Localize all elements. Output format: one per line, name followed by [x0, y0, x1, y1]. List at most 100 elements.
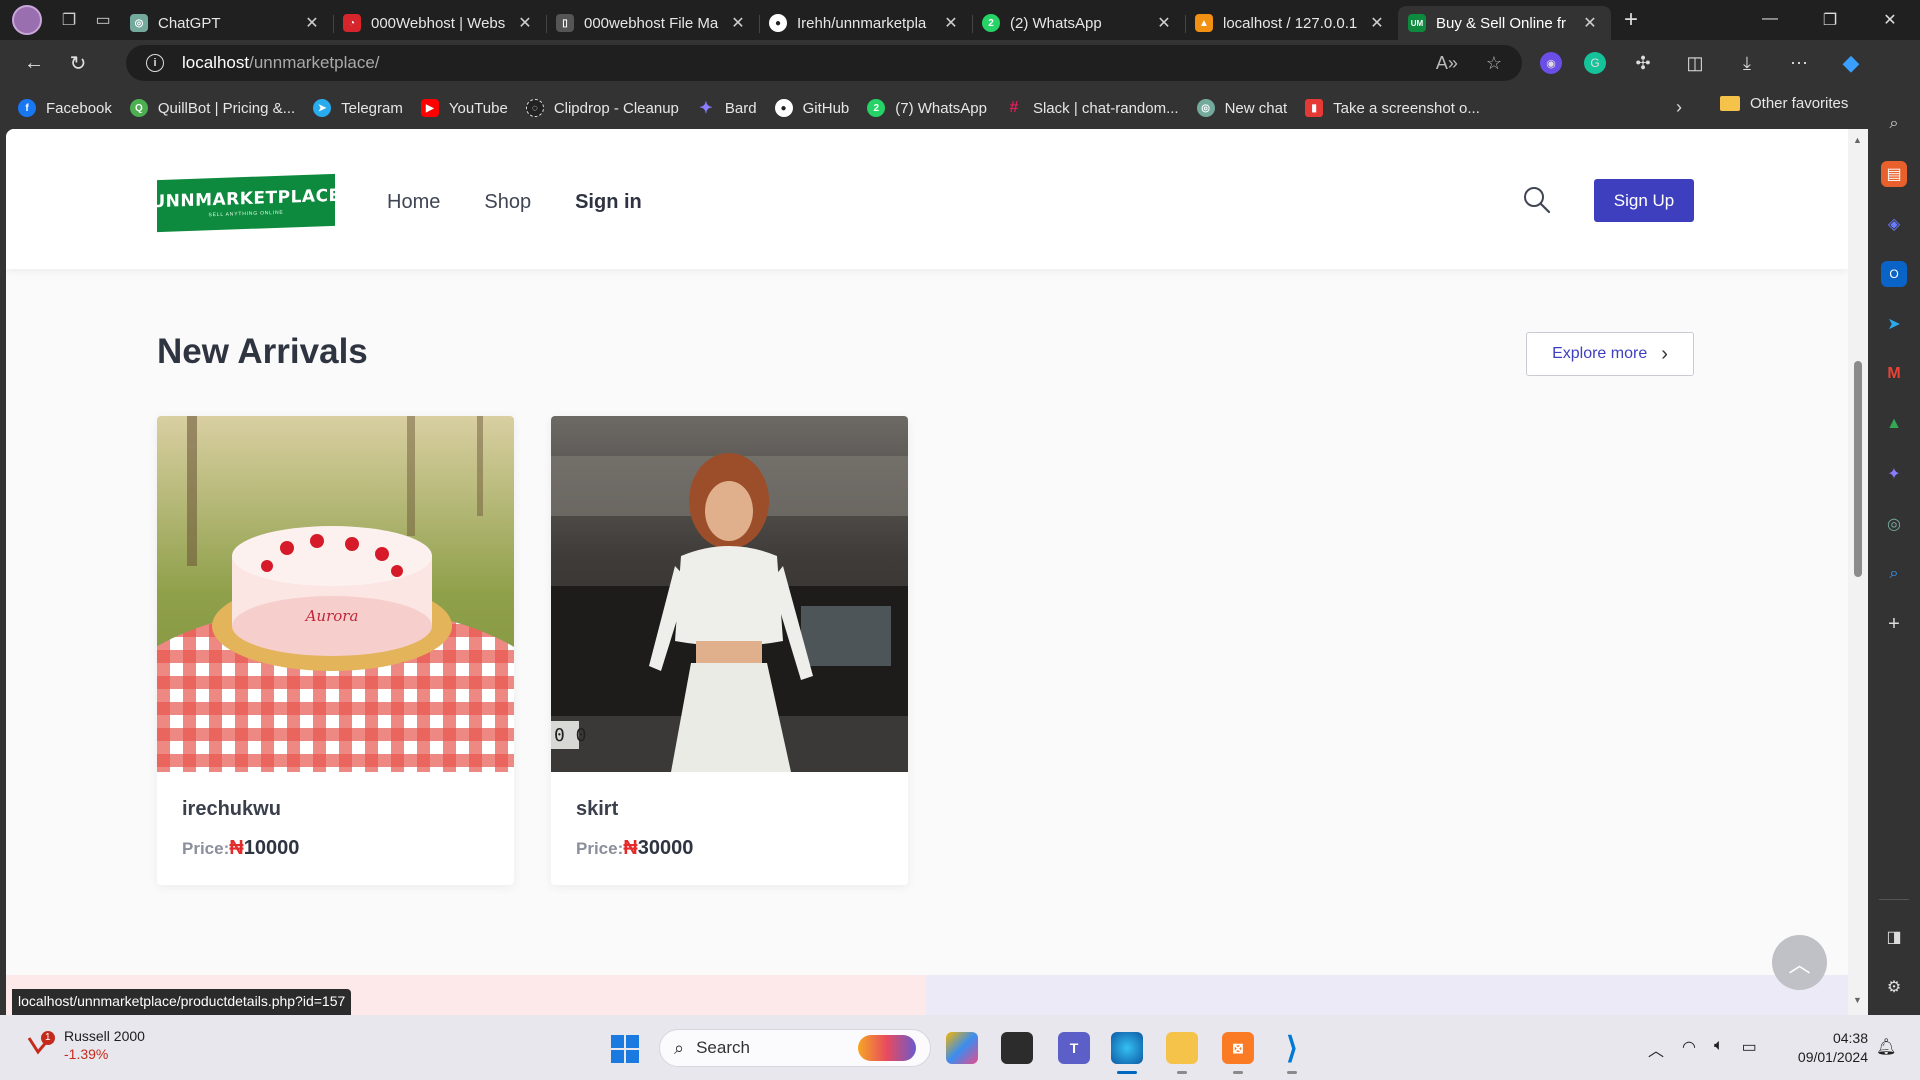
more-options-icon[interactable]: ⋯ — [1784, 48, 1814, 78]
chevron-right-icon[interactable]: › — [1676, 97, 1682, 118]
search-icon[interactable]: ⌕ — [1881, 111, 1907, 137]
search-icon[interactable] — [1522, 185, 1552, 215]
xampp-app-icon[interactable]: ⊠ — [1222, 1032, 1254, 1064]
profile-avatar[interactable] — [12, 5, 42, 35]
close-icon[interactable]: ✕ — [301, 13, 323, 33]
scroll-to-top-button[interactable]: ︿ — [1772, 935, 1827, 990]
bookmark-clipdrop[interactable]: ◌ Clipdrop - Cleanup — [525, 99, 679, 117]
site-info-icon[interactable]: i — [146, 54, 164, 72]
bookmark-youtube[interactable]: ▶ YouTube — [420, 99, 508, 117]
split-screen-icon[interactable]: ◫ — [1680, 48, 1710, 78]
edge-app-icon[interactable] — [1111, 1032, 1143, 1064]
bookmark-quillbot[interactable]: Q QuillBot | Pricing &... — [129, 99, 295, 117]
gemini-icon[interactable]: ✦ — [1881, 461, 1907, 487]
outlook-icon[interactable]: O — [1881, 261, 1907, 287]
notification-bell-icon[interactable]: 🔔︎ — [1876, 1037, 1896, 1057]
taskbar-clock[interactable]: 04:38 09/01/2024 — [1788, 1029, 1868, 1067]
bookmark-new-chat[interactable]: ◎ New chat — [1196, 99, 1287, 117]
extensions-icon[interactable]: ✣ — [1628, 48, 1658, 78]
settings-icon[interactable]: ⚙ — [1881, 974, 1907, 1000]
start-button[interactable] — [611, 1035, 639, 1063]
copilot-sidebar-icon[interactable]: ◈ — [1881, 211, 1907, 237]
tab-actions-icon[interactable]: ▭ — [86, 3, 120, 37]
bookmark-screenshot[interactable]: ▮ Take a screenshot o... — [1305, 99, 1480, 117]
close-icon[interactable]: ✕ — [940, 13, 962, 33]
product-image-skirt[interactable]: 0 0 — [551, 416, 908, 772]
volume-icon[interactable]: 🔈︎ — [1714, 1037, 1724, 1061]
tab-file-manager[interactable]: ▯ 000webhost File Ma ✕ — [546, 6, 759, 40]
bookmark-github[interactable]: ● GitHub — [774, 99, 849, 117]
task-view-app-icon[interactable] — [1001, 1032, 1033, 1064]
chatgpt-sidebar-icon[interactable]: ◎ — [1881, 511, 1907, 537]
facebook-icon: f — [18, 99, 36, 117]
teams-app-icon[interactable]: T — [1058, 1032, 1090, 1064]
minimize-icon[interactable]: — — [1740, 10, 1800, 30]
close-icon[interactable]: ✕ — [1579, 13, 1601, 33]
youtube-icon: ▶ — [420, 99, 439, 117]
scroll-up-arrow-icon[interactable]: ▲ — [1853, 135, 1862, 145]
file-explorer-app-icon[interactable] — [1166, 1032, 1198, 1064]
back-button[interactable]: ← — [16, 46, 52, 82]
bookmark-facebook[interactable]: f Facebook — [18, 99, 112, 117]
browser-viewport: UNNMARKETPLACE SELL ANYTHING ONLINE Home… — [0, 129, 1868, 1015]
close-icon[interactable]: ✕ — [1153, 13, 1175, 33]
restore-icon[interactable]: ❐ — [1800, 10, 1860, 30]
copilot-pre-app-icon[interactable] — [946, 1032, 978, 1064]
stock-widget[interactable]: 1 Russell 2000 -1.39% — [26, 1027, 145, 1063]
nav-home[interactable]: Home — [387, 191, 440, 214]
tab-unnmarketplace[interactable]: UM Buy & Sell Online fr ✕ — [1398, 6, 1611, 40]
product-price: Price:₦30000 — [576, 837, 693, 860]
bookmark-bard[interactable]: ✦ Bard — [697, 99, 756, 118]
tab-whatsapp[interactable]: 2 (2) WhatsApp ✕ — [972, 6, 1185, 40]
add-icon[interactable]: + — [1881, 611, 1907, 637]
nav-sign-in[interactable]: Sign in — [575, 191, 642, 214]
battery-icon[interactable]: ▭ — [1742, 1037, 1757, 1061]
tools-icon[interactable]: ▤ — [1881, 161, 1907, 187]
downloads-icon[interactable]: ⤓ — [1732, 48, 1762, 78]
refresh-button[interactable]: ↻ — [60, 46, 96, 82]
favorite-star-icon[interactable]: ☆ — [1486, 53, 1502, 74]
extension-purple-icon[interactable]: ◉ — [1540, 52, 1562, 74]
hide-sidebar-icon[interactable]: ◨ — [1881, 924, 1907, 950]
workspaces-icon[interactable]: ❐ — [52, 3, 86, 37]
close-icon[interactable]: ✕ — [514, 13, 536, 33]
tab-000webhost[interactable]: ◔ 000Webhost | Webs ✕ — [333, 6, 546, 40]
telegram-sidebar-icon[interactable]: ➤ — [1881, 311, 1907, 337]
product-image-cake[interactable]: Aurora — [157, 416, 514, 772]
explore-more-button[interactable]: Explore more › — [1526, 332, 1694, 376]
read-aloud-icon[interactable]: A» — [1436, 53, 1458, 74]
scrollbar-thumb[interactable] — [1854, 361, 1862, 577]
active-app-indicator — [1117, 1071, 1137, 1074]
bookmark-whatsapp[interactable]: 2 (7) WhatsApp — [867, 99, 987, 117]
bing-search-icon[interactable]: ⌕ — [1881, 561, 1907, 587]
close-icon[interactable]: ✕ — [1366, 13, 1388, 33]
drive-icon[interactable]: ▲ — [1881, 411, 1907, 437]
scroll-down-arrow-icon[interactable]: ▼ — [1853, 995, 1862, 1005]
copilot-icon[interactable]: ◆ — [1836, 48, 1866, 78]
gmail-icon[interactable]: M — [1881, 361, 1907, 387]
product-card[interactable]: 0 0 skirt Price:₦30000 — [551, 416, 908, 885]
bookmark-slack[interactable]: # Slack | chat-random... — [1005, 99, 1179, 117]
tab-chatgpt[interactable]: ◎ ChatGPT ✕ — [120, 6, 333, 40]
page-scrollbar[interactable]: ▲ ▼ — [1848, 129, 1868, 1015]
tab-phpmyadmin[interactable]: ▲ localhost / 127.0.0.1 ✕ — [1185, 6, 1398, 40]
grammarly-icon[interactable]: G — [1584, 52, 1606, 74]
close-icon[interactable]: ✕ — [727, 13, 749, 33]
address-bar[interactable]: i localhost/unnmarketplace/ A» ☆ — [126, 45, 1522, 81]
other-favorites[interactable]: Other favorites — [1720, 95, 1848, 112]
clock-date: 09/01/2024 — [1797, 1049, 1868, 1065]
wifi-icon[interactable]: ◠ — [1682, 1037, 1696, 1061]
close-window-icon[interactable]: ✕ — [1860, 10, 1920, 30]
taskbar-search[interactable]: ⌕ Search — [659, 1029, 931, 1067]
new-tab-button[interactable]: + — [1611, 3, 1651, 37]
tab-github-repo[interactable]: ● Irehh/unnmarketpla ✕ — [759, 6, 972, 40]
vscode-app-icon[interactable]: ⟩ — [1276, 1032, 1308, 1065]
site-logo[interactable]: UNNMARKETPLACE SELL ANYTHING ONLINE — [151, 173, 341, 233]
product-name[interactable]: irechukwu — [182, 798, 281, 821]
bookmark-telegram[interactable]: ➤ Telegram — [313, 99, 403, 117]
product-card[interactable]: Aurora irechukwu Price:₦10000 — [157, 416, 514, 885]
chevron-up-icon[interactable]: ︿ — [1648, 1037, 1664, 1061]
nav-shop[interactable]: Shop — [484, 191, 531, 214]
sign-up-button[interactable]: Sign Up — [1594, 179, 1694, 222]
product-name[interactable]: skirt — [576, 798, 618, 821]
